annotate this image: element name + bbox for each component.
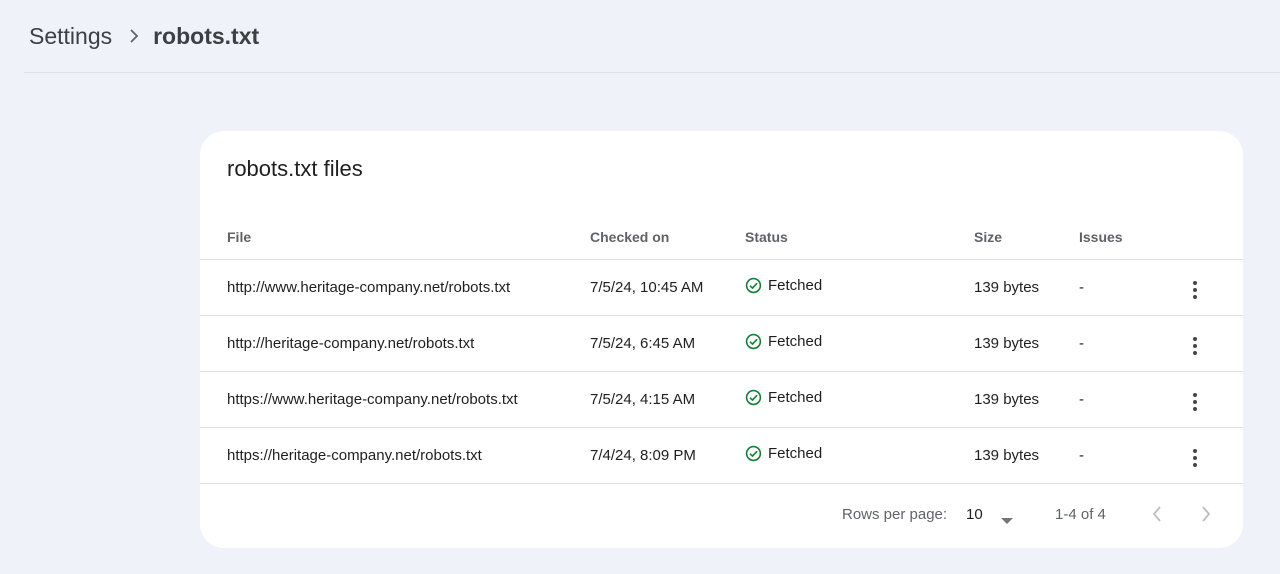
column-header-file[interactable]: File	[200, 215, 590, 260]
column-header-issues[interactable]: Issues	[1079, 215, 1174, 260]
status-badge: Fetched	[745, 277, 822, 294]
column-header-actions	[1174, 215, 1243, 260]
cell-file: http://www.heritage-company.net/robots.t…	[200, 259, 590, 316]
check-circle-icon	[745, 333, 762, 349]
card-title: robots.txt files	[227, 156, 363, 181]
cell-size: 139 bytes	[974, 427, 1079, 484]
cell-issues: -	[1079, 259, 1174, 316]
cell-checked-on: 7/5/24, 6:45 AM	[590, 315, 745, 372]
caret-down-icon[interactable]	[1000, 512, 1014, 529]
chevron-right-icon[interactable]	[1196, 502, 1216, 526]
cell-checked-on: 7/5/24, 10:45 AM	[590, 259, 745, 316]
page-header: Settings robots.txt	[24, 0, 1280, 73]
chevron-left-icon[interactable]	[1147, 502, 1167, 526]
table-header-row: File Checked on Status Size Issues	[200, 215, 1243, 260]
check-circle-icon	[745, 277, 762, 293]
check-circle-icon	[745, 445, 762, 461]
cell-checked-on: 7/4/24, 8:09 PM	[590, 427, 745, 484]
status-badge: Fetched	[745, 333, 822, 350]
check-circle-icon	[745, 389, 762, 405]
status-text: Fetched	[768, 276, 823, 294]
cell-issues: -	[1079, 427, 1174, 484]
cell-size: 139 bytes	[974, 259, 1079, 316]
table-row[interactable]: http://www.heritage-company.net/robots.t…	[200, 259, 1243, 316]
more-vert-icon[interactable]	[1183, 390, 1207, 414]
more-vert-icon[interactable]	[1183, 446, 1207, 470]
cell-size: 139 bytes	[974, 371, 1079, 428]
status-text: Fetched	[768, 388, 823, 406]
table-row[interactable]: https://www.heritage-company.net/robots.…	[200, 371, 1243, 428]
column-header-size[interactable]: Size	[974, 215, 1079, 260]
pagination-bar: Rows per page: 10 1-4 of 4	[200, 484, 1243, 548]
column-header-checked-on[interactable]: Checked on	[590, 215, 745, 260]
rows-per-page-label: Rows per page:	[842, 506, 948, 523]
cell-file: https://heritage-company.net/robots.txt	[200, 427, 590, 484]
cell-checked-on: 7/5/24, 4:15 AM	[590, 371, 745, 428]
robots-files-table: File Checked on Status Size Issues http:…	[200, 215, 1243, 484]
more-vert-icon[interactable]	[1183, 334, 1207, 358]
page-title: robots.txt	[153, 22, 260, 49]
table-row[interactable]: https://heritage-company.net/robots.txt …	[200, 427, 1243, 484]
table-row[interactable]: http://heritage-company.net/robots.txt 7…	[200, 315, 1243, 372]
rows-per-page-select[interactable]: 10	[966, 506, 983, 523]
breadcrumb-settings[interactable]: Settings	[29, 23, 112, 50]
status-badge: Fetched	[745, 445, 822, 462]
status-badge: Fetched	[745, 389, 822, 406]
cell-issues: -	[1079, 371, 1174, 428]
status-text: Fetched	[768, 332, 823, 350]
column-header-status[interactable]: Status	[745, 215, 974, 260]
cell-issues: -	[1079, 315, 1174, 372]
cell-file: https://www.heritage-company.net/robots.…	[200, 371, 590, 428]
more-vert-icon[interactable]	[1183, 278, 1207, 302]
cell-size: 139 bytes	[974, 315, 1079, 372]
cell-file: http://heritage-company.net/robots.txt	[200, 315, 590, 372]
status-text: Fetched	[768, 444, 823, 462]
pagination-range: 1-4 of 4	[1055, 506, 1106, 523]
robots-files-card: robots.txt files File Checked on Status …	[200, 131, 1243, 548]
chevron-right-icon	[129, 29, 139, 43]
